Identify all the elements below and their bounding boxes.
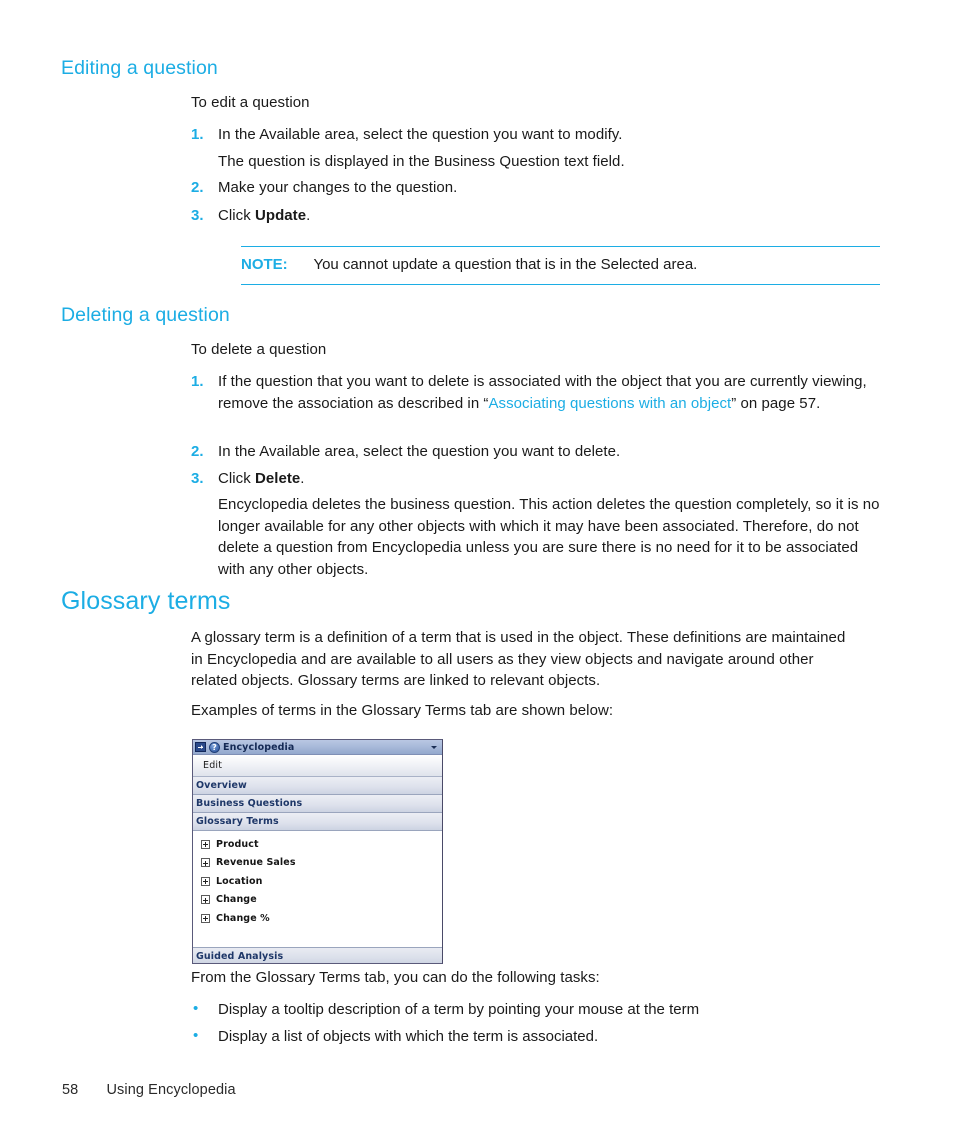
tab-guided-analysis-label: Guided Analysis (196, 951, 284, 962)
tab-glossary-terms[interactable]: Glossary Terms (193, 813, 442, 831)
bullet-dot-icon: • (193, 1027, 199, 1044)
editing-step-1-subtext: The question is displayed in the Busines… (218, 153, 625, 170)
glossary-terms-tree: Product Revenue Sales Location Change Ch… (193, 831, 442, 947)
glossary-bullet-1-text: Display a tooltip description of a term … (218, 1001, 700, 1018)
deleting-step-3-prefix: Click (218, 470, 255, 487)
tree-item-change[interactable]: Change (193, 891, 442, 910)
glossary-paragraph-1: A glossary term is a definition of a ter… (191, 629, 846, 689)
glossary-paragraph-2: Examples of terms in the Glossary Terms … (191, 702, 614, 719)
note-block-editing: NOTE: You cannot update a question that … (241, 246, 880, 285)
glossary-bullet-1: • Display a tooltip description of a ter… (191, 999, 891, 1021)
bullet-dot-icon: • (193, 1000, 199, 1017)
tree-item-product[interactable]: Product (193, 835, 442, 854)
glossary-after-figure-text: From the Glossary Terms tab, you can do … (191, 969, 600, 986)
encyclopedia-titlebar: ? Encyclopedia (193, 740, 442, 755)
editing-step-1-marker: 1. (191, 126, 204, 143)
deleting-step-3-subtext: Encyclopedia deletes the business questi… (218, 496, 880, 578)
expand-plus-icon[interactable] (201, 913, 210, 923)
deleting-step-3-marker: 3. (191, 470, 204, 487)
tab-glossary-terms-label: Glossary Terms (196, 816, 279, 827)
help-icon[interactable]: ? (209, 741, 220, 753)
expand-plus-icon[interactable] (201, 858, 210, 868)
cross-reference-link[interactable]: Associating questions with an object (488, 395, 731, 412)
tree-item-revenue-sales-label: Revenue Sales (216, 857, 296, 869)
editing-step-1-text: In the Available area, select the questi… (218, 126, 623, 143)
editing-step-3-marker: 3. (191, 207, 204, 224)
encyclopedia-panel-figure: ? Encyclopedia Edit Overview Business Qu… (192, 739, 443, 964)
tree-item-location-label: Location (216, 875, 263, 887)
deleting-step-1: 1. If the question that you want to dele… (191, 371, 881, 414)
editing-step-3-button-name: Update (254, 207, 307, 224)
tree-item-product-label: Product (216, 838, 259, 850)
encyclopedia-toolbar: Edit (193, 755, 442, 777)
deleting-step-3: 3. Click Delete. (191, 468, 871, 490)
footer-chapter-title: Using Encyclopedia (106, 1082, 236, 1098)
heading-glossary-terms: Glossary terms (61, 587, 231, 615)
edit-menu-item[interactable]: Edit (203, 760, 222, 771)
editing-step-3-text: Click Update. (218, 205, 871, 227)
collapse-panel-icon[interactable] (195, 742, 206, 752)
tab-overview[interactable]: Overview (193, 777, 442, 795)
editing-step-2: 2. Make your changes to the question. (191, 177, 871, 199)
deleting-step-2-text: In the Available area, select the questi… (218, 443, 621, 460)
glossary-bullet-2-text: Display a list of objects with which the… (218, 1028, 599, 1045)
page-footer: 58 Using Encyclopedia (62, 1082, 236, 1098)
editing-step-3: 3. Click Update. (191, 205, 871, 227)
deleting-step-3-text: Click Delete. (218, 468, 871, 490)
page-number: 58 (62, 1082, 79, 1098)
deleting-step-1-suffix: ” on page 57. (731, 394, 821, 412)
expand-plus-icon[interactable] (201, 839, 210, 849)
deleting-step-1-text: If the question that you want to delete … (218, 371, 881, 414)
tree-item-change-percent-label: Change % (216, 912, 270, 924)
tree-item-location[interactable]: Location (193, 872, 442, 891)
deleting-step-2-marker: 2. (191, 443, 204, 460)
deleting-intro: To delete a question (191, 341, 327, 358)
tree-item-change-label: Change (216, 894, 257, 906)
heading-deleting-a-question: Deleting a question (61, 304, 230, 326)
deleting-step-1-marker: 1. (191, 373, 204, 390)
editing-step-1: 1. In the Available area, select the que… (191, 124, 871, 146)
glossary-bullet-2: • Display a list of objects with which t… (191, 1026, 891, 1048)
tab-overview-label: Overview (196, 780, 247, 791)
deleting-step-3-suffix: . (300, 470, 305, 487)
tab-business-questions[interactable]: Business Questions (193, 795, 442, 813)
note-text: You cannot update a question that is in … (313, 256, 698, 273)
tree-item-revenue-sales[interactable]: Revenue Sales (193, 854, 442, 873)
expand-plus-icon[interactable] (201, 895, 210, 905)
expand-plus-icon[interactable] (201, 876, 210, 886)
document-page: Editing a question To edit a question 1.… (0, 0, 954, 1145)
tab-business-questions-label: Business Questions (196, 798, 303, 809)
deleting-step-3-button-name: Delete (254, 470, 301, 487)
tree-item-change-percent[interactable]: Change % (193, 909, 442, 928)
editing-intro: To edit a question (191, 94, 310, 111)
note-label: NOTE: (241, 256, 288, 273)
deleting-step-2: 2. In the Available area, select the que… (191, 441, 871, 463)
chevron-down-icon[interactable] (431, 746, 437, 749)
editing-step-2-marker: 2. (191, 179, 204, 196)
heading-editing-a-question: Editing a question (61, 57, 218, 79)
encyclopedia-title: Encyclopedia (223, 741, 295, 753)
editing-step-3-prefix: Click (218, 207, 255, 224)
tab-guided-analysis[interactable]: Guided Analysis (193, 947, 442, 963)
editing-step-2-text: Make your changes to the question. (218, 179, 458, 196)
editing-step-3-suffix: . (306, 207, 311, 224)
